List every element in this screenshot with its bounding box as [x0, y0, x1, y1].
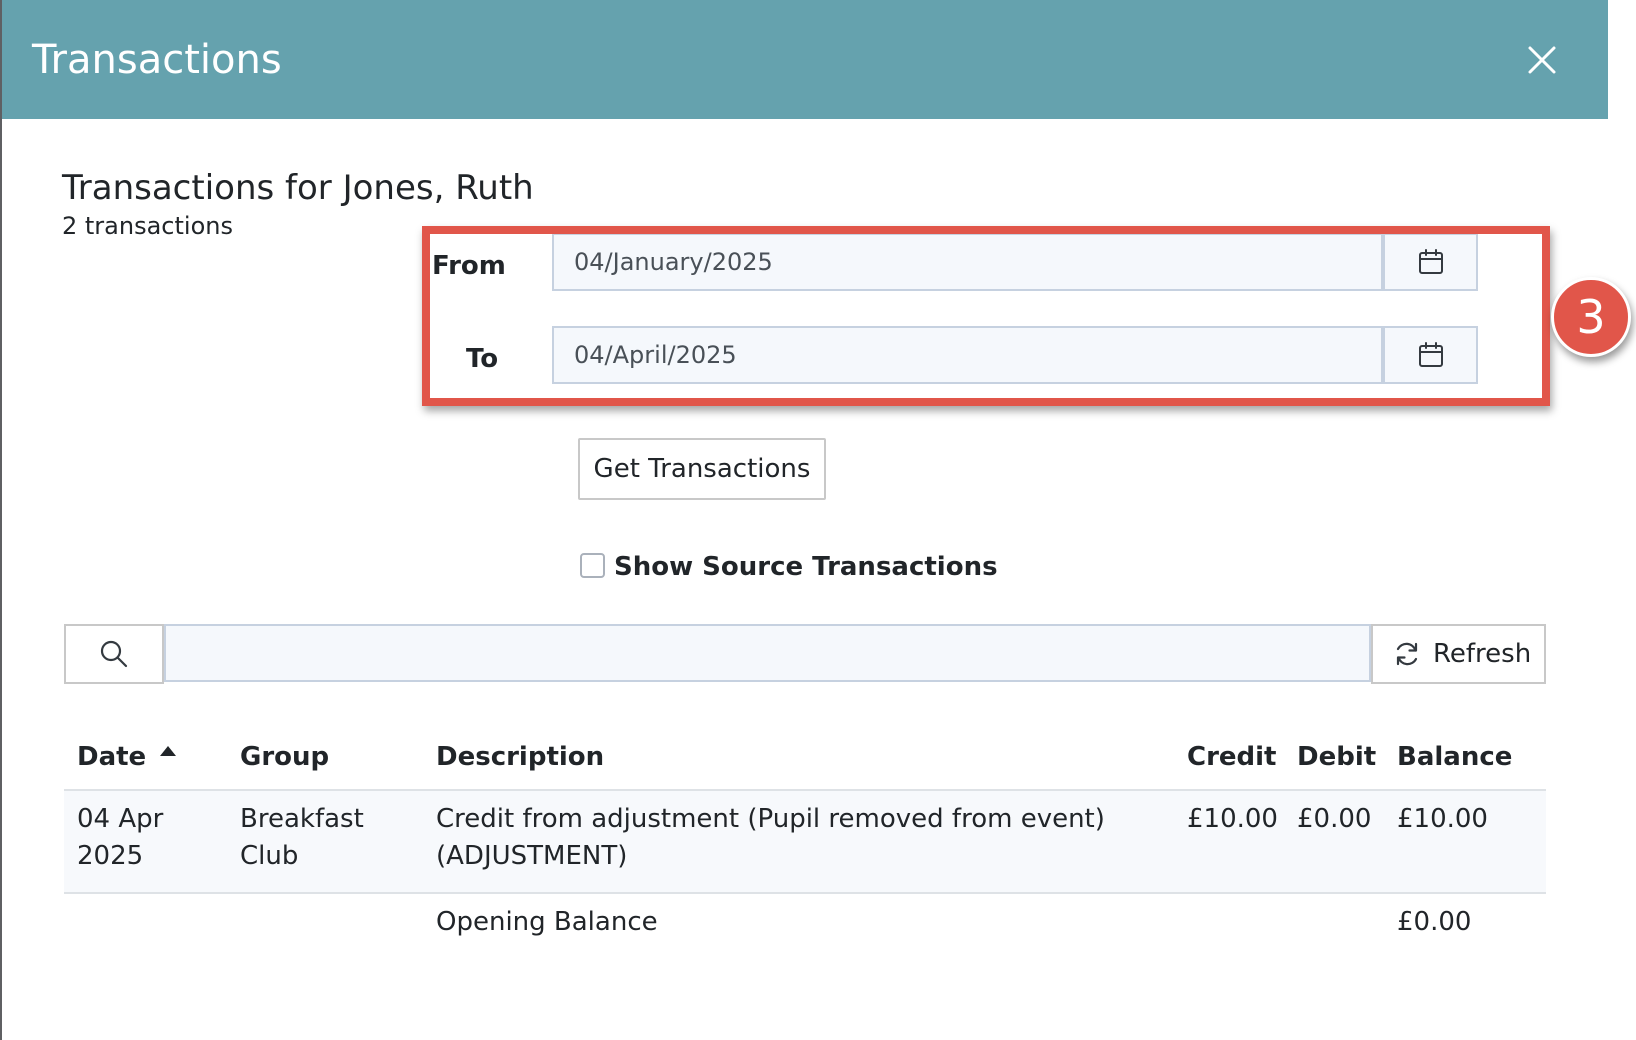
row-group-cont: Club	[240, 841, 299, 871]
modal-header: Transactions	[2, 0, 1608, 119]
from-date-input[interactable]: 04/January/2025	[552, 233, 1383, 291]
search-icon	[100, 640, 128, 668]
row-balance: £10.00	[1397, 804, 1488, 834]
column-header-group[interactable]: Group	[240, 740, 329, 774]
refresh-button[interactable]: Refresh	[1371, 624, 1546, 684]
to-label: To	[466, 344, 499, 374]
column-header-debit[interactable]: Debit	[1297, 740, 1376, 774]
close-button[interactable]	[1520, 38, 1564, 82]
calendar-icon	[1418, 342, 1443, 367]
column-header-description[interactable]: Description	[436, 740, 604, 774]
search-button[interactable]	[64, 624, 164, 684]
close-icon	[1528, 46, 1556, 74]
opening-balance-value: £0.00	[1397, 907, 1472, 937]
sort-ascending-icon	[160, 746, 176, 756]
transaction-count: 2 transactions	[62, 212, 233, 240]
row-date-year: 2025	[77, 841, 144, 871]
calendar-icon	[1418, 249, 1443, 274]
step-number-badge: 3	[1551, 277, 1631, 357]
page-title: Transactions for Jones, Ruth	[62, 168, 534, 208]
row-description-type: (ADJUSTMENT)	[436, 841, 628, 871]
transactions-modal: Transactions Transactions for Jones, Rut…	[2, 0, 1610, 1040]
to-calendar-button[interactable]	[1383, 326, 1478, 384]
show-source-checkbox[interactable]	[580, 553, 605, 578]
column-header-date[interactable]: Date	[77, 740, 146, 774]
row-description: Credit from adjustment (Pupil removed fr…	[436, 804, 1105, 834]
column-header-balance[interactable]: Balance	[1397, 740, 1512, 774]
from-label: From	[432, 251, 506, 281]
row-debit: £0.00	[1297, 804, 1372, 834]
row-group: Breakfast	[240, 804, 364, 834]
refresh-label: Refresh	[1433, 639, 1532, 669]
refresh-icon	[1396, 642, 1418, 666]
row-date-day: 04 Apr	[77, 804, 164, 834]
to-date-input[interactable]: 04/April/2025	[552, 326, 1383, 384]
opening-balance-label: Opening Balance	[436, 907, 658, 937]
search-input[interactable]	[164, 624, 1371, 682]
from-calendar-button[interactable]	[1383, 233, 1478, 291]
column-header-credit[interactable]: Credit	[1187, 740, 1277, 774]
get-transactions-button[interactable]: Get Transactions	[578, 438, 826, 500]
show-source-label[interactable]: Show Source Transactions	[614, 551, 998, 583]
modal-title: Transactions	[32, 37, 282, 83]
row-credit: £10.00	[1187, 804, 1278, 834]
